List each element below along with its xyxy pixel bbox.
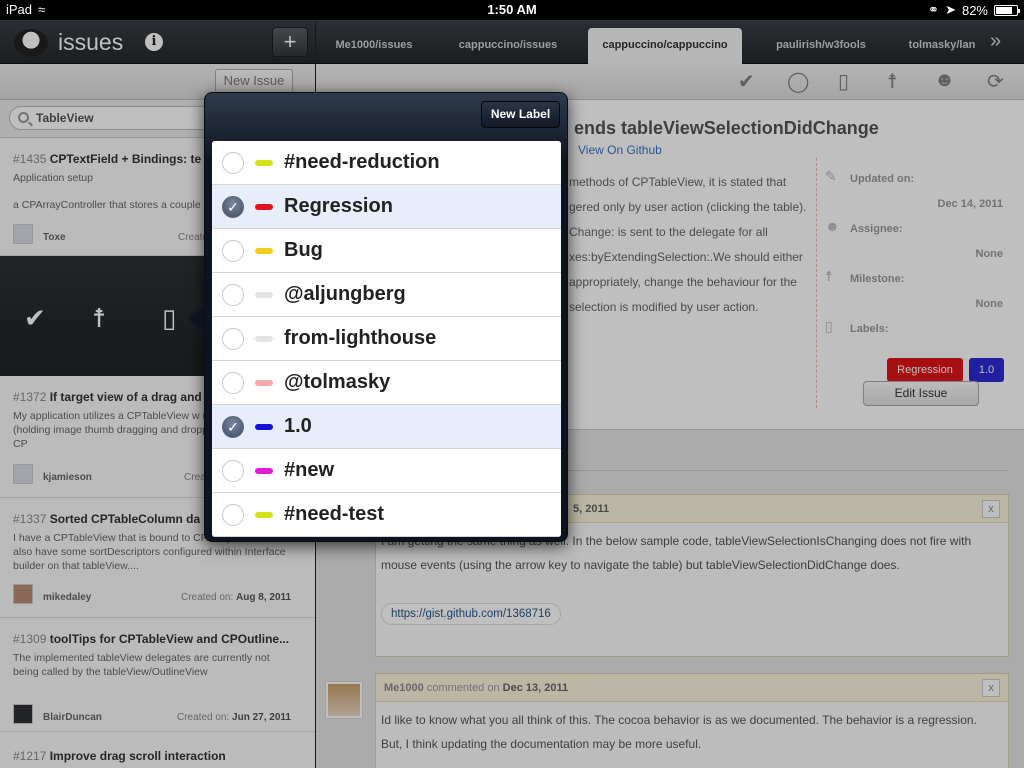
label-option-name: #need-test bbox=[284, 503, 385, 525]
label-color-swatch bbox=[255, 468, 273, 474]
label-color-swatch bbox=[255, 248, 273, 254]
label-color-swatch bbox=[255, 204, 273, 210]
label-list: #need-reduction Regression Bug @aljungberg f… bbox=[212, 141, 561, 537]
battery-percent: 82% bbox=[961, 2, 988, 18]
checkmark-icon[interactable] bbox=[222, 416, 244, 438]
checkmark-icon[interactable] bbox=[222, 196, 244, 218]
clock: 1:50 AM bbox=[487, 2, 537, 17]
radio-icon[interactable] bbox=[222, 328, 244, 350]
label-color-swatch bbox=[255, 424, 273, 430]
label-option-name: Regression bbox=[284, 195, 393, 217]
label-option-name: from-lighthouse bbox=[284, 327, 437, 349]
status-bar: iPad ≈ 1:50 AM ⚭ ➤ 82% bbox=[0, 0, 1024, 20]
radio-icon[interactable] bbox=[222, 504, 244, 526]
popover-arrow bbox=[188, 306, 204, 332]
radio-icon[interactable] bbox=[222, 460, 244, 482]
label-color-swatch bbox=[255, 292, 273, 298]
label-option[interactable]: #new bbox=[212, 449, 561, 493]
label-option[interactable]: #need-reduction bbox=[212, 141, 561, 185]
label-picker-popover: New Label #need-reduction Regression Bug @a… bbox=[204, 92, 568, 542]
radio-icon[interactable] bbox=[222, 152, 244, 174]
radio-icon[interactable] bbox=[222, 240, 244, 262]
label-color-swatch bbox=[255, 160, 273, 166]
label-option[interactable]: #need-test bbox=[212, 493, 561, 537]
location-icon: ➤ bbox=[945, 2, 956, 17]
label-option-name: #new bbox=[284, 459, 335, 481]
label-color-swatch bbox=[255, 380, 273, 386]
label-color-swatch bbox=[255, 336, 273, 342]
label-option[interactable]: Bug bbox=[212, 229, 561, 273]
label-option[interactable]: @aljungberg bbox=[212, 273, 561, 317]
label-option[interactable]: @tolmasky bbox=[212, 361, 561, 405]
label-option[interactable]: from-lighthouse bbox=[212, 317, 561, 361]
label-option[interactable]: Regression bbox=[212, 185, 561, 229]
new-label-button[interactable]: New Label bbox=[481, 101, 560, 128]
radio-icon[interactable] bbox=[222, 284, 244, 306]
battery-icon bbox=[994, 4, 1020, 16]
label-option-name: Bug bbox=[284, 239, 323, 261]
label-option-name: @tolmasky bbox=[284, 371, 391, 393]
label-option-name: #need-reduction bbox=[284, 151, 440, 173]
label-color-swatch bbox=[255, 512, 273, 518]
label-option-name: 1.0 bbox=[284, 415, 312, 437]
lock-icon: ⚭ bbox=[928, 2, 940, 17]
label-option-name: @aljungberg bbox=[284, 283, 406, 305]
label-option[interactable]: 1.0 bbox=[212, 405, 561, 449]
radio-icon[interactable] bbox=[222, 372, 244, 394]
app-root: { "status": {"device": "iPad", "time": "… bbox=[0, 0, 1024, 768]
